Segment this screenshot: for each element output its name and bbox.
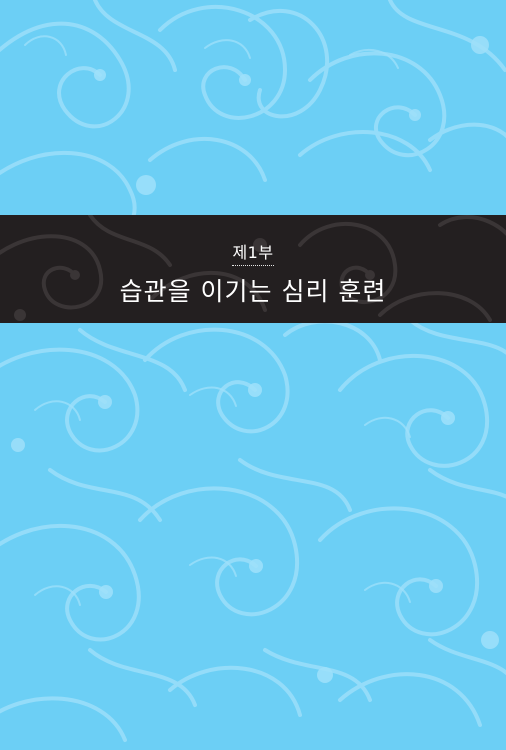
chapter-title: 습관을 이기는 심리 훈련 xyxy=(119,277,387,306)
part-label-text: 제1부 xyxy=(232,243,274,266)
part-label: 제1부 xyxy=(0,243,506,266)
cover-page: 제1부 습관을 이기는 심리 훈련 xyxy=(0,0,506,750)
title-band: 제1부 습관을 이기는 심리 훈련 xyxy=(0,215,506,323)
swirl-ornament-pattern xyxy=(0,0,506,742)
